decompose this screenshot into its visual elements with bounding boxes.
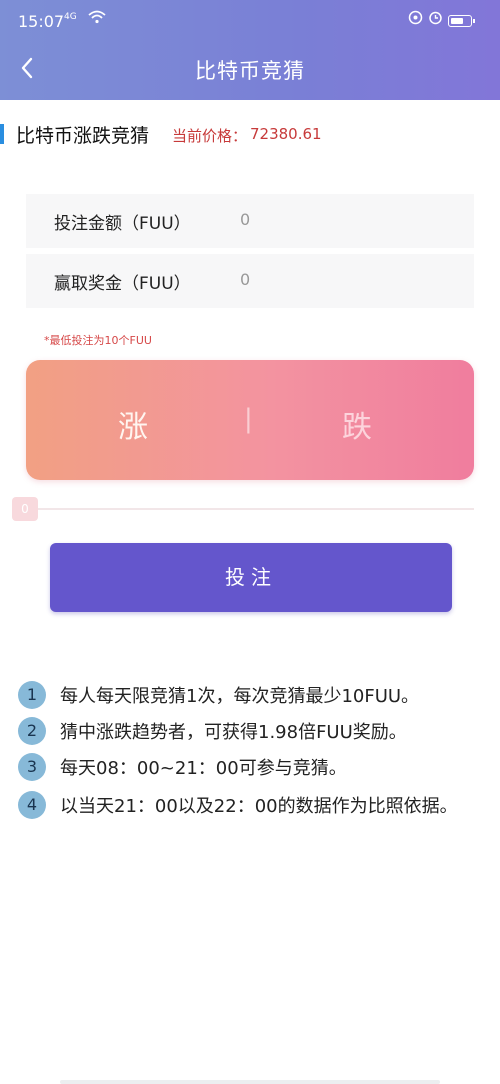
win-amount-value: 0 (240, 270, 251, 289)
alarm-icon (408, 10, 423, 29)
bet-amount-label: 投注金额（FUU） (54, 214, 191, 234)
bet-slider-thumb[interactable]: 0 (12, 497, 38, 521)
win-amount-row: 赢取奖金（FUU） 0 (26, 254, 474, 308)
current-price-label: 当前价格： (172, 127, 248, 145)
app-header: 比特币竞猜 (0, 38, 500, 100)
status-time: 15:07 (18, 12, 65, 31)
place-bet-button[interactable]: 投注 (50, 543, 452, 612)
win-amount-label: 赢取奖金（FUU） (54, 274, 191, 294)
bet-amount-input[interactable]: 0 (240, 210, 250, 229)
minimum-bet-hint: *最低投注为10个FUU (44, 334, 152, 347)
section-title: 比特币涨跌竞猜 (16, 125, 150, 147)
wifi-icon (88, 10, 106, 28)
bet-amount-row[interactable]: 投注金额（FUU） 0 (26, 194, 474, 248)
signal-icon: 4G (64, 12, 77, 22)
rule-text: 每天08：00~21：00可参与竞猜。 (60, 758, 347, 779)
choice-divider: | (244, 404, 253, 434)
rise-fall-selector: 涨 | 跌 (26, 360, 474, 480)
clock-icon (428, 10, 443, 29)
bet-slider-track[interactable] (32, 508, 474, 510)
rise-button[interactable]: 涨 (118, 402, 148, 446)
status-bar: 15:07 4G (0, 0, 500, 38)
rule-text: 猜中涨跌趋势者，可获得1.98倍FUU奖励。 (60, 722, 407, 743)
page-title: 比特币竞猜 (195, 59, 305, 83)
rule-number-badge: 2 (18, 717, 46, 745)
section-accent-bar (0, 124, 4, 144)
rule-number-badge: 1 (18, 681, 46, 709)
rule-text: 以当天21：00以及22：00的数据作为比照依据。 (60, 796, 458, 817)
home-indicator (60, 1080, 440, 1084)
fall-button[interactable]: 跌 (342, 402, 372, 446)
rule-text: 每人每天限竞猜1次，每次竞猜最少10FUU。 (60, 686, 420, 707)
battery-icon (448, 15, 475, 27)
rule-number-badge: 3 (18, 753, 46, 781)
current-price-value: 72380.61 (250, 125, 322, 143)
